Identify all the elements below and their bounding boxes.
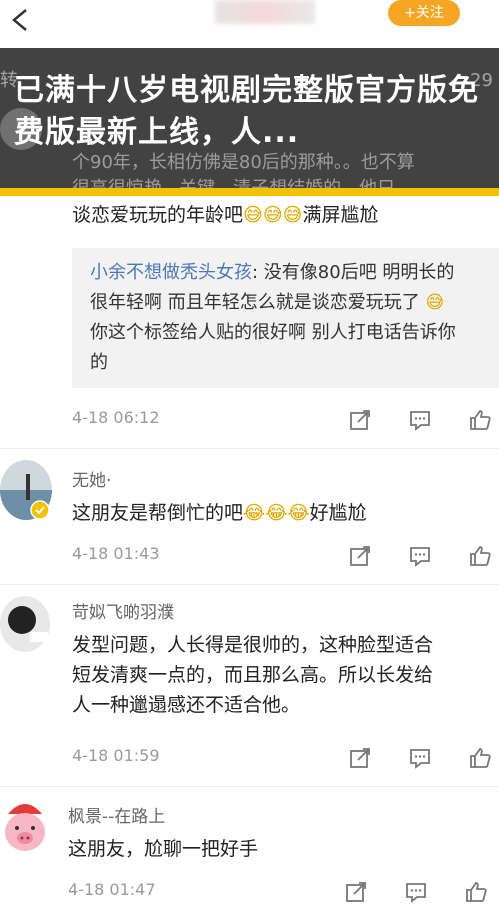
like-icon[interactable] xyxy=(464,880,488,904)
comment-text: 发型问题，人长得是很帅的，这种脸型适合 短发清爽一点的，而且那么高。所以长发给 … xyxy=(72,634,434,716)
avatar[interactable] xyxy=(0,796,50,858)
share-icon[interactable] xyxy=(344,880,368,904)
comment-icon[interactable] xyxy=(408,544,432,568)
like-icon[interactable] xyxy=(468,746,492,770)
pig-avatar-icon xyxy=(0,796,50,858)
comment-time: 4-18 01:47 xyxy=(68,880,156,899)
quoted-reply[interactable]: 小余不想做秃头女孩: 没有像80后吧 明明长的 很年轻啊 而且年轻怎么就是谈恋爱… xyxy=(72,248,499,388)
comment-text: 这朋友是帮倒忙的吧😂😂😂好尴尬 xyxy=(72,502,367,524)
overlay-title: 已满十八岁电视剧完整版官方版免费版最新上线，人... xyxy=(14,73,479,150)
quote-author-link[interactable]: 小余不想做秃头女孩 xyxy=(90,262,252,283)
divider xyxy=(0,584,499,585)
comment-time: 4-18 01:43 xyxy=(72,544,160,563)
avatar[interactable] xyxy=(0,596,50,652)
comment-author[interactable]: 苛姒飞啲羽濮 xyxy=(72,598,174,623)
comment-time: 4-18 06:12 xyxy=(72,408,160,427)
comment-icon[interactable] xyxy=(408,408,432,432)
comment-time: 4-18 01:59 xyxy=(72,746,160,765)
comment-author[interactable]: 无她· xyxy=(72,466,111,491)
comment-icon[interactable] xyxy=(408,746,432,770)
cry-laugh-emoji: 😂😂😂 xyxy=(243,502,310,524)
sweat-smile-emoji: 😅😅😅 xyxy=(243,204,303,226)
divider xyxy=(0,448,499,449)
comment-text: 谈恋爱玩玩的年龄吧😅😅😅满屏尴尬 xyxy=(72,204,379,226)
share-icon[interactable] xyxy=(348,746,372,770)
like-icon[interactable] xyxy=(468,408,492,432)
share-icon[interactable] xyxy=(348,408,372,432)
share-icon[interactable] xyxy=(348,544,372,568)
avatar-image xyxy=(0,596,50,652)
comment-author[interactable]: 枫景--在路上 xyxy=(68,802,165,827)
like-icon[interactable] xyxy=(468,544,492,568)
comment-icon[interactable] xyxy=(404,880,428,904)
verified-badge-icon xyxy=(30,500,50,520)
top-bar: +关注 xyxy=(0,0,499,48)
blurred-author-name xyxy=(215,0,315,24)
back-arrow-icon[interactable] xyxy=(6,6,34,34)
divider xyxy=(0,786,499,787)
comment-text: 这朋友，尬聊一把好手 xyxy=(68,838,259,860)
follow-button[interactable]: +关注 xyxy=(388,0,460,26)
accent-bar xyxy=(0,188,499,196)
